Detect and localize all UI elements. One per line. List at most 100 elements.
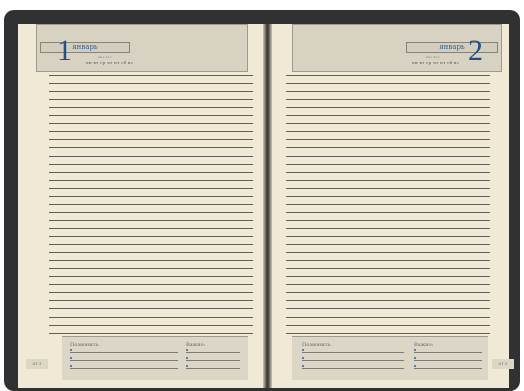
left-ruled-line: [49, 308, 253, 309]
right-week-marks: пн-т вт-т: [426, 55, 440, 59]
left-ruled-line: [49, 164, 253, 165]
left-week-marks: пн-т вт-т: [98, 55, 112, 59]
left-side-tab[interactable]: 01.1: [26, 359, 48, 369]
right-side-tab[interactable]: 01.1: [492, 359, 514, 369]
left-ruled-line: [49, 268, 253, 269]
left-ruled-line: [49, 292, 253, 293]
right-call-line-marker: [302, 365, 304, 367]
left-call-line-marker: [70, 357, 72, 359]
right-ruled-line: [286, 180, 490, 181]
right-important-line-marker: [414, 357, 416, 359]
right-page-number: 2: [468, 34, 483, 67]
right-ruled-line: [286, 268, 490, 269]
left-month-label: январь: [40, 42, 130, 53]
right-ruled-line: [286, 172, 490, 173]
left-call-line-marker: [70, 365, 72, 367]
right-call-line: [302, 368, 404, 369]
right-ruled-line: [286, 147, 490, 148]
left-ruled-line: [49, 325, 253, 326]
left-ruled-line: [49, 123, 253, 124]
left-ruled-line: [49, 228, 253, 229]
left-call-line: [70, 368, 178, 369]
left-call-line-marker: [70, 349, 72, 351]
left-weekdays: пн вт ср чт пт сб вс: [86, 60, 134, 65]
right-ruled-line: [286, 156, 490, 157]
right-ruled-line: [286, 83, 490, 84]
left-ruled-line: [49, 91, 253, 92]
left-call-line: [70, 360, 178, 361]
right-ruled-line: [286, 300, 490, 301]
left-ruled-line: [49, 99, 253, 100]
book-spine: [263, 24, 272, 388]
right-ruled-line: [286, 99, 490, 100]
right-call-line-marker: [302, 349, 304, 351]
left-ruled-line: [49, 83, 253, 84]
right-ruled-line: [286, 107, 490, 108]
right-ruled-line: [286, 75, 490, 76]
left-important-line: [186, 360, 240, 361]
left-call-label: Позвонить:: [70, 342, 100, 348]
left-important-line: [186, 352, 240, 353]
right-ruled-line: [286, 228, 490, 229]
right-ruled-line: [286, 212, 490, 213]
right-important-label: Важно:: [414, 342, 434, 348]
left-ruled-line: [49, 196, 253, 197]
left-ruled-line: [49, 236, 253, 237]
right-ruled-line: [286, 252, 490, 253]
right-ruled-line: [286, 260, 490, 261]
left-ruled-line: [49, 156, 253, 157]
left-ruled-line: [49, 75, 253, 76]
left-important-line: [186, 368, 240, 369]
left-page-number: 1: [57, 34, 72, 67]
right-ruled-line: [286, 131, 490, 132]
left-important-line-marker: [186, 365, 188, 367]
left-call-line: [70, 352, 178, 353]
right-month-label: январь: [406, 42, 498, 53]
left-ruled-line: [49, 180, 253, 181]
right-ruled-line: [286, 204, 490, 205]
left-ruled-line: [49, 333, 253, 334]
right-ruled-line: [286, 284, 490, 285]
right-call-line: [302, 360, 404, 361]
right-important-line: [414, 352, 482, 353]
left-ruled-line: [49, 131, 253, 132]
right-ruled-line: [286, 325, 490, 326]
left-ruled-line: [49, 300, 253, 301]
left-ruled-line: [49, 317, 253, 318]
left-ruled-line: [49, 204, 253, 205]
left-important-line-marker: [186, 349, 188, 351]
right-ruled-line: [286, 244, 490, 245]
right-ruled-line: [286, 292, 490, 293]
right-ruled-line: [286, 308, 490, 309]
right-weekdays: пн вт ср чт пт сб вс: [412, 60, 460, 65]
right-ruled-line: [286, 276, 490, 277]
right-ruled-line: [286, 196, 490, 197]
left-ruled-line: [49, 107, 253, 108]
left-ruled-line: [49, 139, 253, 140]
right-ruled-line: [286, 139, 490, 140]
left-ruled-line: [49, 147, 253, 148]
left-ruled-line: [49, 115, 253, 116]
right-ruled-line: [286, 164, 490, 165]
right-important-line: [414, 360, 482, 361]
left-important-line-marker: [186, 357, 188, 359]
right-ruled-line: [286, 123, 490, 124]
right-ruled-line: [286, 115, 490, 116]
right-ruled-line: [286, 91, 490, 92]
left-ruled-line: [49, 172, 253, 173]
right-ruled-line: [286, 317, 490, 318]
right-important-line-marker: [414, 349, 416, 351]
left-ruled-line: [49, 252, 253, 253]
right-ruled-line: [286, 236, 490, 237]
left-ruled-line: [49, 212, 253, 213]
left-ruled-line: [49, 188, 253, 189]
right-important-line-marker: [414, 365, 416, 367]
left-ruled-line: [49, 284, 253, 285]
right-call-label: Позвонить:: [302, 342, 332, 348]
right-ruled-line: [286, 188, 490, 189]
left-ruled-line: [49, 220, 253, 221]
right-call-line-marker: [302, 357, 304, 359]
left-ruled-line: [49, 244, 253, 245]
left-important-label: Важно:: [186, 342, 206, 348]
left-ruled-line: [49, 276, 253, 277]
